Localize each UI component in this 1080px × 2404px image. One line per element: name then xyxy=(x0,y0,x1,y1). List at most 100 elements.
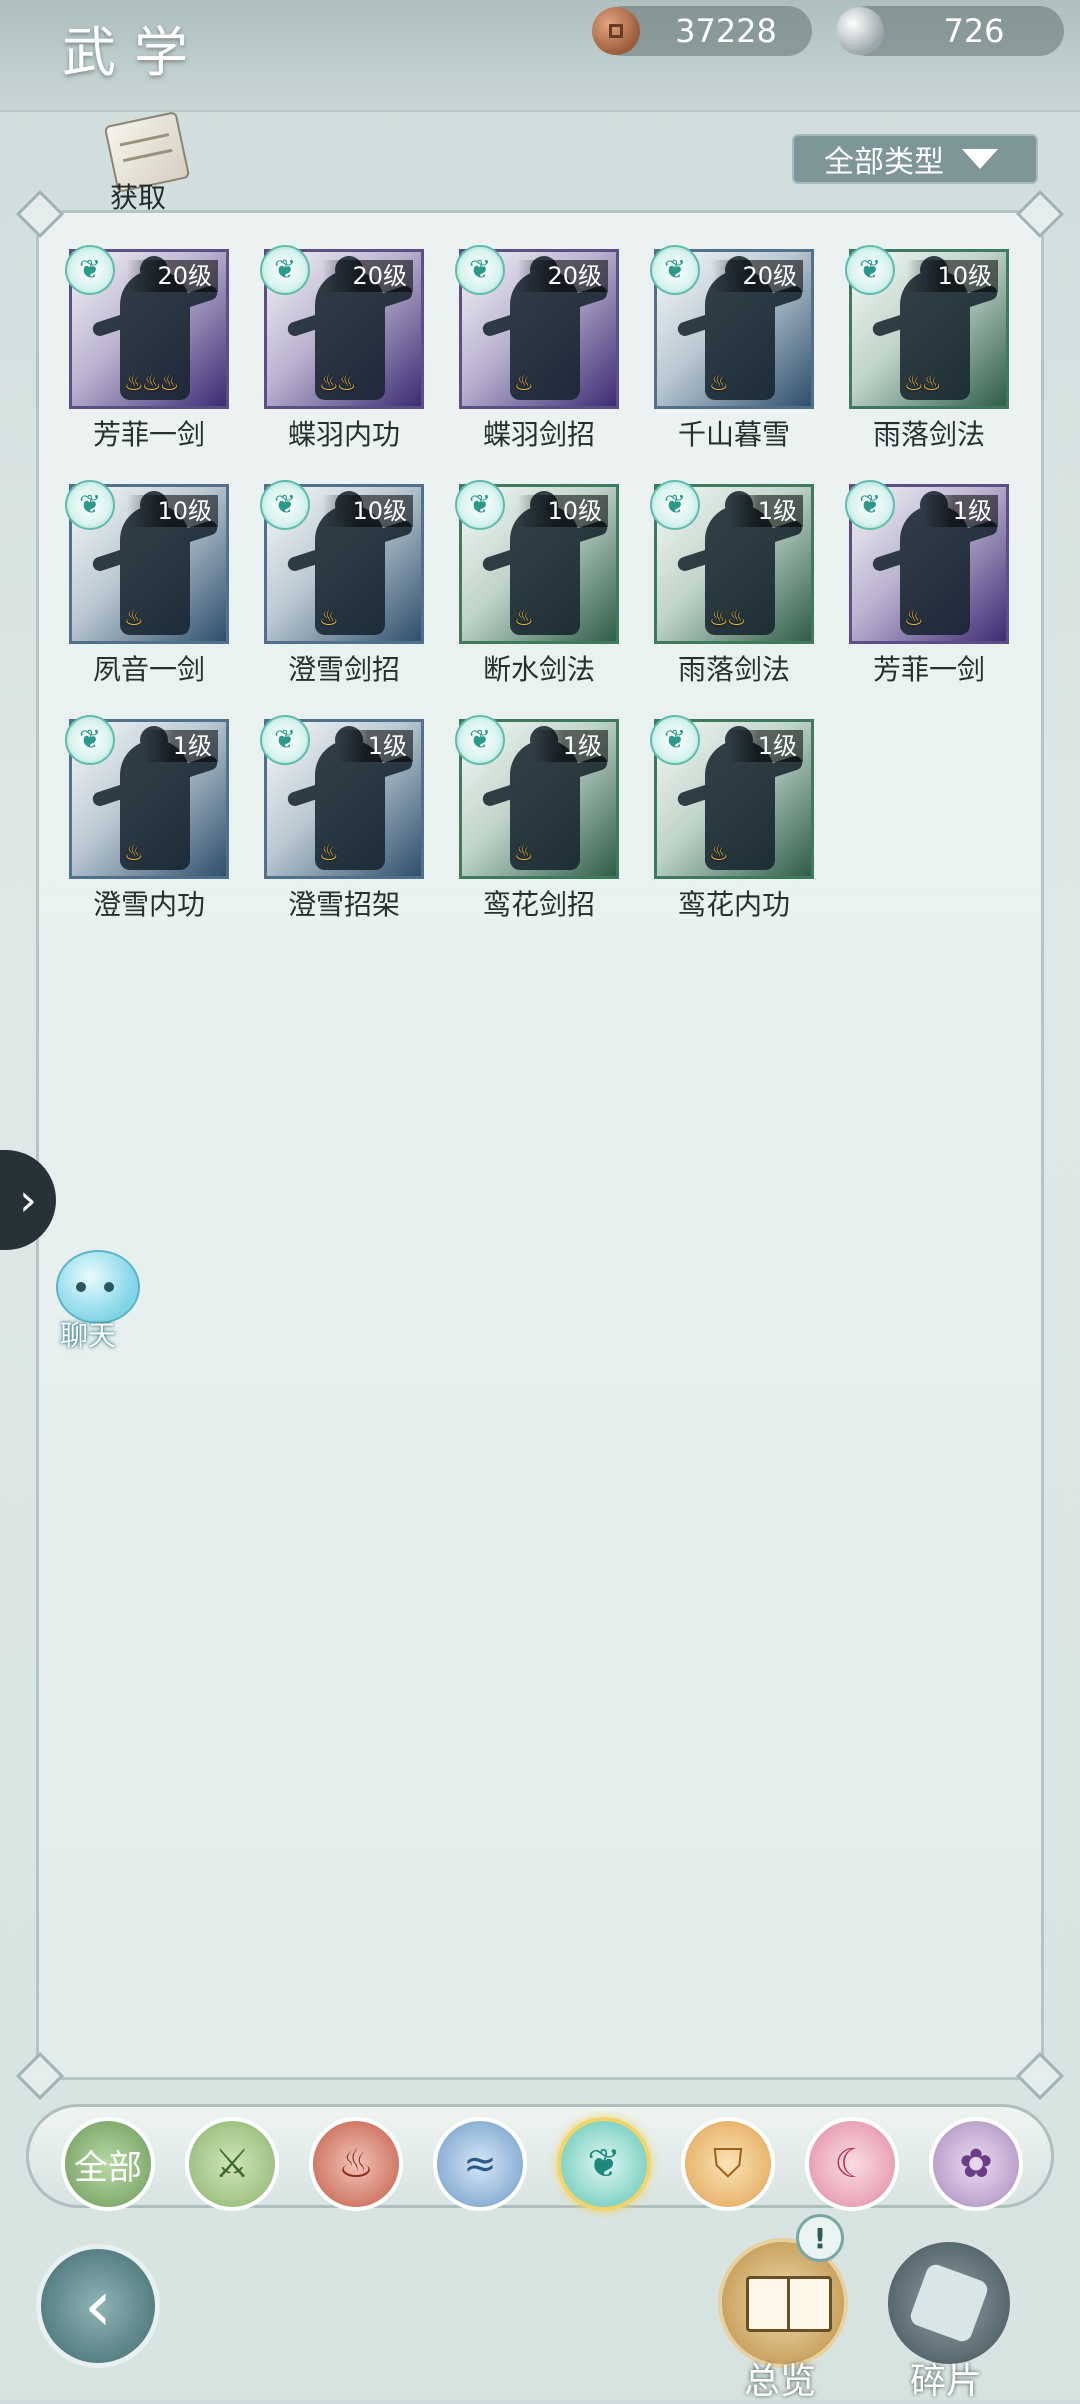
skill-card[interactable]: 1级 ♨ ❦ 鸾花内功 xyxy=(650,715,818,927)
skill-card[interactable]: 1级 ♨ ❦ 芳菲一剑 xyxy=(845,480,1013,692)
panel-corner-ornament xyxy=(1015,189,1065,239)
flame-rank-icon: ♨♨♨ xyxy=(124,371,179,396)
coin-value: 37228 xyxy=(675,12,777,50)
flame-rank-icon: ♨ xyxy=(514,371,534,396)
skill-name: 澄雪招架 xyxy=(287,888,400,921)
butterfly-sect-icon: ❦ xyxy=(650,480,700,530)
butterfly-sect-icon: ❦ xyxy=(845,245,895,295)
flame-rank-icon: ♨ xyxy=(709,841,729,866)
skill-card[interactable]: 10级 ♨ ❦ 澄雪剑招 xyxy=(260,480,428,692)
flame-rank-icon: ♨ xyxy=(319,606,339,631)
flame-rank-icon: ♨ xyxy=(904,606,924,631)
butterfly-sect-icon: ❦ xyxy=(455,480,505,530)
fragment-label: 碎片 xyxy=(910,2361,983,2402)
rose-sect-icon[interactable]: ✿ xyxy=(929,2117,1023,2211)
back-arrow-icon: ‹ xyxy=(84,2265,112,2347)
page-title: 武学 xyxy=(62,21,206,84)
panel-corner-ornament xyxy=(1015,2051,1065,2101)
skill-card[interactable]: 10级 ♨ ❦ 断水剑法 xyxy=(455,480,623,692)
dropdown-arrow-icon xyxy=(962,149,998,169)
copper-coin-icon xyxy=(592,7,640,55)
butterfly-sect-icon: ❦ xyxy=(845,480,895,530)
skill-card[interactable]: 1级 ♨ ❦ 澄雪内功 xyxy=(65,715,233,927)
butterfly-sect-icon: ❦ xyxy=(650,715,700,765)
butterfly-sect-icon: ❦ xyxy=(65,245,115,295)
skill-name: 芳菲一剑 xyxy=(872,653,985,686)
flame-rank-icon: ♨♨ xyxy=(319,371,356,396)
sect-all-label: 全部 xyxy=(74,2147,142,2188)
butterfly-sect-icon: ❦ xyxy=(260,245,310,295)
butterfly-sect-icon: ❦ xyxy=(455,245,505,295)
skill-level: 20级 xyxy=(127,260,218,292)
skill-name: 雨落剑法 xyxy=(872,418,985,451)
sword-sect-icon[interactable]: ⚔ xyxy=(185,2117,279,2211)
skill-name: 夙音一剑 xyxy=(92,653,205,686)
flame-rank-icon: ♨♨ xyxy=(904,371,941,396)
top-bar: 武学 37228 726 xyxy=(0,0,1080,112)
skill-card[interactable]: 20级 ♨ ❦ 千山暮雪 xyxy=(650,245,818,457)
panel-corner-ornament xyxy=(15,189,65,239)
overview-label: 总览 xyxy=(744,2361,817,2402)
fragment-button[interactable] xyxy=(884,2238,1014,2368)
skill-card[interactable]: 1级 ♨♨ ❦ 雨落剑法 xyxy=(650,480,818,692)
skill-name: 千山暮雪 xyxy=(677,418,790,451)
butterfly-sect-icon: ❦ xyxy=(455,715,505,765)
skill-level: 10级 xyxy=(127,495,218,527)
type-filter-dropdown[interactable]: 全部类型 xyxy=(792,134,1038,184)
skill-level: 1级 xyxy=(142,730,218,762)
skill-name: 雨落剑法 xyxy=(677,653,790,686)
flame-rank-icon: ♨ xyxy=(514,841,534,866)
skill-name: 芳菲一剑 xyxy=(92,418,205,451)
skill-card[interactable]: 1级 ♨ ❦ 鸾花剑招 xyxy=(455,715,623,927)
skill-level: 20级 xyxy=(322,260,413,292)
skill-name: 鸾花内功 xyxy=(677,888,790,921)
type-filter-label: 全部类型 xyxy=(824,145,944,180)
skill-level: 10级 xyxy=(907,260,998,292)
skill-name: 澄雪剑招 xyxy=(287,653,400,686)
butterfly-sect-icon: ❦ xyxy=(260,715,310,765)
flame-rank-icon: ♨ xyxy=(124,606,144,631)
silver-counter[interactable]: 726 xyxy=(836,6,1064,56)
flame-rank-icon: ♨ xyxy=(709,371,729,396)
chat-button[interactable]: 聊天 xyxy=(44,1250,144,1360)
silver-value: 726 xyxy=(943,12,1005,50)
skill-card[interactable]: 1级 ♨ ❦ 澄雪招架 xyxy=(260,715,428,927)
butterfly-sect-icon[interactable]: ❦ xyxy=(557,2117,651,2211)
skill-card[interactable]: 20级 ♨♨♨ ❦ 芳菲一剑 xyxy=(65,245,233,457)
skill-card[interactable]: 10级 ♨ ❦ 夙音一剑 xyxy=(65,480,233,692)
flame-sect-icon[interactable]: ♨ xyxy=(309,2117,403,2211)
book-icon xyxy=(746,2276,832,2332)
skill-card[interactable]: 20级 ♨ ❦ 蝶羽剑招 xyxy=(455,245,623,457)
skill-card[interactable]: 10级 ♨♨ ❦ 雨落剑法 xyxy=(845,245,1013,457)
butterfly-sect-icon: ❦ xyxy=(65,480,115,530)
flame-rank-icon: ♨ xyxy=(124,841,144,866)
sect-filter-all[interactable]: 全部 xyxy=(61,2117,155,2211)
back-button[interactable]: ‹ xyxy=(36,2244,160,2368)
moon-sect-icon[interactable]: ☾ xyxy=(805,2117,899,2211)
chat-label: 聊天 xyxy=(60,1319,117,1352)
puzzle-piece-icon xyxy=(907,2261,991,2345)
skill-level: 1级 xyxy=(532,730,608,762)
shield-sect-icon[interactable]: ⛉ xyxy=(681,2117,775,2211)
flame-rank-icon: ♨ xyxy=(514,606,534,631)
flame-rank-icon: ♨ xyxy=(319,841,339,866)
chat-bubble-icon xyxy=(56,1250,140,1324)
butterfly-sect-icon: ❦ xyxy=(260,480,310,530)
butterfly-sect-icon: ❦ xyxy=(650,245,700,295)
coin-counter[interactable]: 37228 xyxy=(592,6,812,56)
skill-name: 蝶羽内功 xyxy=(287,418,400,451)
flame-rank-icon: ♨♨ xyxy=(709,606,746,631)
skill-name: 鸾花剑招 xyxy=(482,888,595,921)
silver-ingot-icon xyxy=(836,7,884,55)
sect-filter-bar: 全部 ⚔ ♨ ≈ ❦ ⛉ ☾ ✿ xyxy=(26,2104,1054,2211)
wave-sect-icon[interactable]: ≈ xyxy=(433,2117,527,2211)
alert-badge-icon: ! xyxy=(796,2214,844,2262)
skill-card[interactable]: 20级 ♨♨ ❦ 蝶羽内功 xyxy=(260,245,428,457)
skill-level: 20级 xyxy=(712,260,803,292)
skill-level: 1级 xyxy=(922,495,998,527)
skill-name: 蝶羽剑招 xyxy=(482,418,595,451)
skill-level: 1级 xyxy=(337,730,413,762)
skills-panel: 20级 ♨♨♨ ❦ 芳菲一剑 20级 ♨♨ ❦ 蝶羽内功 20级 ♨ ❦ 蝶羽剑招 20级 ♨ ❦ 千山暮雪 1… xyxy=(15,189,1065,2101)
skill-level: 1级 xyxy=(727,495,803,527)
obtain-button[interactable]: 获取 xyxy=(100,111,191,214)
